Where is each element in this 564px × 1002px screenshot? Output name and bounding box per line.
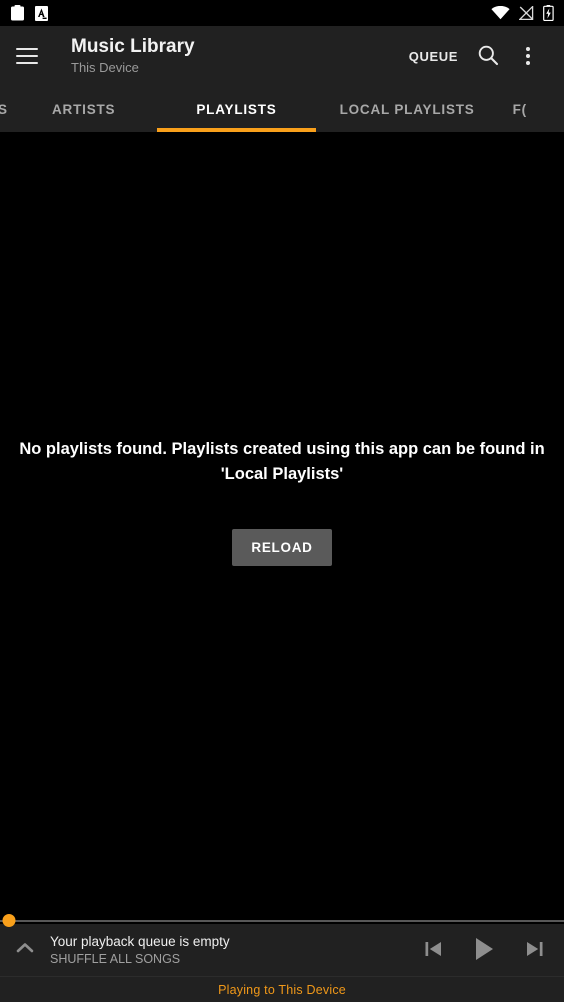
tab-albums-clipped[interactable]: S: [0, 86, 10, 132]
overflow-menu-button[interactable]: [508, 36, 548, 76]
more-vertical-icon: [526, 47, 530, 65]
cast-status-text: Playing to This Device: [218, 982, 346, 997]
music-library-screen: Music Library This Device QUEUE S ARTIST…: [0, 0, 564, 1002]
battery-charging-icon: [543, 5, 554, 22]
next-button[interactable]: [512, 928, 556, 972]
tab-label: PLAYLISTS: [196, 101, 277, 117]
clipboard-notification-icon: [10, 4, 25, 22]
search-icon: [477, 44, 499, 69]
tab-local-playlists[interactable]: LOCAL PLAYLISTS: [316, 86, 499, 132]
empty-state-message: No playlists found. Playlists created us…: [19, 439, 545, 483]
playlists-empty-state: No playlists found. Playlists created us…: [0, 132, 564, 912]
status-bar-left-icons: [10, 4, 49, 22]
app-bar: Music Library This Device QUEUE: [0, 26, 564, 86]
seek-bar-track: [0, 920, 564, 922]
tab-label: LOCAL PLAYLISTS: [339, 101, 475, 117]
seek-bar[interactable]: [0, 912, 564, 927]
font-app-notification-icon: [34, 5, 49, 22]
status-bar: [0, 0, 564, 26]
transport-controls: [412, 928, 556, 972]
play-button[interactable]: [462, 928, 506, 972]
page-subtitle: This Device: [71, 60, 139, 75]
status-bar-right-icons: [491, 5, 554, 22]
tab-bar[interactable]: S ARTISTS PLAYLISTS LOCAL PLAYLISTS F(: [0, 86, 564, 132]
tab-playlists[interactable]: PLAYLISTS: [157, 86, 316, 132]
tab-label: S: [0, 101, 8, 117]
expand-player-button[interactable]: [10, 935, 40, 965]
chevron-up-icon: [14, 937, 36, 964]
track-title: Your playback queue is empty: [50, 933, 230, 949]
hamburger-menu-icon[interactable]: [16, 41, 46, 71]
skip-previous-icon: [421, 936, 447, 965]
tab-folders-clipped[interactable]: F(: [499, 86, 527, 132]
tab-artists[interactable]: ARTISTS: [10, 86, 157, 132]
player-controls-row: Your playback queue is empty SHUFFLE ALL…: [0, 924, 564, 976]
seek-bar-thumb[interactable]: [2, 914, 16, 927]
app-bar-actions: QUEUE: [399, 36, 548, 76]
cast-status-bar[interactable]: Playing to This Device: [0, 976, 564, 1002]
track-subtitle: SHUFFLE ALL SONGS: [50, 951, 181, 966]
app-bar-titles: Music Library This Device: [71, 36, 399, 76]
no-signal-icon: [518, 5, 534, 21]
play-icon: [468, 933, 500, 968]
search-button[interactable]: [468, 36, 508, 76]
skip-next-icon: [521, 936, 547, 965]
tab-label: F(: [512, 101, 527, 117]
page-title: Music Library: [71, 36, 195, 57]
reload-button[interactable]: RELOAD: [232, 528, 332, 566]
wifi-icon: [491, 5, 510, 20]
now-playing-bar: Your playback queue is empty SHUFFLE ALL…: [0, 912, 564, 976]
tab-label: ARTISTS: [52, 101, 116, 117]
queue-button[interactable]: QUEUE: [399, 41, 468, 72]
previous-button[interactable]: [412, 928, 456, 972]
track-info[interactable]: Your playback queue is empty SHUFFLE ALL…: [50, 933, 412, 968]
